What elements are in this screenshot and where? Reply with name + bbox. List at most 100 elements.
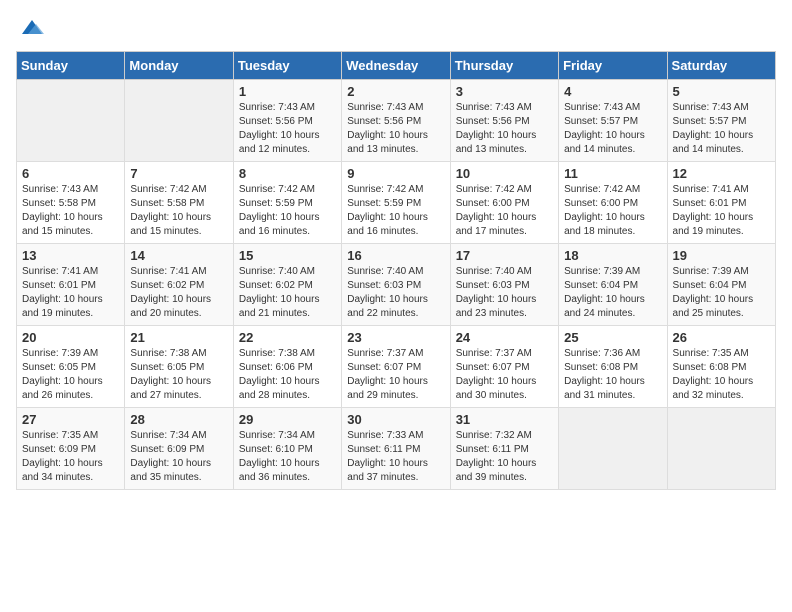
day-info: Sunrise: 7:42 AM Sunset: 5:59 PM Dayligh… [347,183,444,239]
day-info: Sunrise: 7:43 AM Sunset: 5:57 PM Dayligh… [564,101,661,157]
calendar-cell: 22 Sunrise: 7:38 AM Sunset: 6:06 PM Dayli… [233,326,341,408]
day-number: 3 [456,84,553,99]
day-number: 28 [130,412,227,427]
day-info: Sunrise: 7:43 AM Sunset: 5:58 PM Dayligh… [22,183,119,239]
day-number: 19 [673,248,770,263]
weekday-header-sunday: Sunday [17,52,125,80]
calendar-cell: 7Sunrise: 7:42 AM Sunset: 5:58 PM Daylig… [125,162,233,244]
calendar-cell: 31 Sunrise: 7:32 AM Sunset: 6:11 PM Dayli… [450,408,558,490]
day-number: 27 [22,412,119,427]
day-info: Sunrise: 7:40 AM Sunset: 6:02 PM Dayligh… [239,265,336,321]
calendar-cell: 17 Sunrise: 7:40 AM Sunset: 6:03 PM Dayli… [450,244,558,326]
day-number: 20 [22,330,119,345]
calendar-cell [17,80,125,162]
calendar-week-row: 6 Sunrise: 7:43 AM Sunset: 5:58 PM Daylig… [17,162,776,244]
calendar-cell: 28 Sunrise: 7:34 AM Sunset: 6:09 PM Dayli… [125,408,233,490]
weekday-header-row: SundayMondayTuesdayWednesdayThursdayFrid… [17,52,776,80]
weekday-header-tuesday: Tuesday [233,52,341,80]
day-number: 23 [347,330,444,345]
day-info: Sunrise: 7:42 AM Sunset: 6:00 PM Dayligh… [564,183,661,239]
calendar-week-row: 1 Sunrise: 7:43 AM Sunset: 5:56 PM Daylig… [17,80,776,162]
day-info: Sunrise: 7:40 AM Sunset: 6:03 PM Dayligh… [347,265,444,321]
day-number: 9 [347,166,444,181]
calendar-week-row: 27 Sunrise: 7:35 AM Sunset: 6:09 PM Dayli… [17,408,776,490]
day-info: Sunrise: 7:35 AM Sunset: 6:08 PM Dayligh… [673,347,770,403]
day-number: 18 [564,248,661,263]
day-info: Sunrise: 7:41 AM Sunset: 6:02 PM Dayligh… [130,265,227,321]
day-info: Sunrise: 7:42 AM Sunset: 5:59 PM Dayligh… [239,183,336,239]
calendar-cell: 6 Sunrise: 7:43 AM Sunset: 5:58 PM Daylig… [17,162,125,244]
day-number: 14 [130,248,227,263]
weekday-header-saturday: Saturday [667,52,775,80]
calendar-cell [559,408,667,490]
calendar-week-row: 20 Sunrise: 7:39 AM Sunset: 6:05 PM Dayli… [17,326,776,408]
day-number: 25 [564,330,661,345]
calendar-cell: 25 Sunrise: 7:36 AM Sunset: 6:08 PM Dayli… [559,326,667,408]
day-number: 6 [22,166,119,181]
day-info: Sunrise: 7:39 AM Sunset: 6:04 PM Dayligh… [564,265,661,321]
calendar-cell: 24 Sunrise: 7:37 AM Sunset: 6:07 PM Dayli… [450,326,558,408]
day-number: 12 [673,166,770,181]
calendar-cell: 20 Sunrise: 7:39 AM Sunset: 6:05 PM Dayli… [17,326,125,408]
page-header [16,16,776,43]
weekday-header-wednesday: Wednesday [342,52,450,80]
day-info: Sunrise: 7:38 AM Sunset: 6:06 PM Dayligh… [239,347,336,403]
day-info: Sunrise: 7:42 AM Sunset: 5:58 PM Dayligh… [130,183,227,239]
calendar-cell: 4 Sunrise: 7:43 AM Sunset: 5:57 PM Daylig… [559,80,667,162]
day-info: Sunrise: 7:43 AM Sunset: 5:56 PM Dayligh… [456,101,553,157]
day-info: Sunrise: 7:33 AM Sunset: 6:11 PM Dayligh… [347,429,444,485]
day-number: 30 [347,412,444,427]
day-number: 24 [456,330,553,345]
calendar-cell: 3 Sunrise: 7:43 AM Sunset: 5:56 PM Daylig… [450,80,558,162]
day-info: Sunrise: 7:40 AM Sunset: 6:03 PM Dayligh… [456,265,553,321]
day-number: 31 [456,412,553,427]
day-info: Sunrise: 7:32 AM Sunset: 6:11 PM Dayligh… [456,429,553,485]
day-info: Sunrise: 7:34 AM Sunset: 6:09 PM Dayligh… [130,429,227,485]
calendar-cell [125,80,233,162]
calendar-cell: 5 Sunrise: 7:43 AM Sunset: 5:57 PM Daylig… [667,80,775,162]
day-number: 16 [347,248,444,263]
day-info: Sunrise: 7:34 AM Sunset: 6:10 PM Dayligh… [239,429,336,485]
calendar-cell: 23 Sunrise: 7:37 AM Sunset: 6:07 PM Dayli… [342,326,450,408]
day-number: 4 [564,84,661,99]
day-info: Sunrise: 7:39 AM Sunset: 6:05 PM Dayligh… [22,347,119,403]
logo-icon [18,16,46,38]
weekday-header-thursday: Thursday [450,52,558,80]
day-number: 8 [239,166,336,181]
calendar-cell: 1 Sunrise: 7:43 AM Sunset: 5:56 PM Daylig… [233,80,341,162]
calendar-cell: 2 Sunrise: 7:43 AM Sunset: 5:56 PM Daylig… [342,80,450,162]
calendar-cell: 10 Sunrise: 7:42 AM Sunset: 6:00 PM Dayli… [450,162,558,244]
day-info: Sunrise: 7:36 AM Sunset: 6:08 PM Dayligh… [564,347,661,403]
day-info: Sunrise: 7:43 AM Sunset: 5:56 PM Dayligh… [347,101,444,157]
day-info: Sunrise: 7:42 AM Sunset: 6:00 PM Dayligh… [456,183,553,239]
day-number: 22 [239,330,336,345]
day-info: Sunrise: 7:37 AM Sunset: 6:07 PM Dayligh… [456,347,553,403]
day-number: 2 [347,84,444,99]
calendar-cell: 27 Sunrise: 7:35 AM Sunset: 6:09 PM Dayli… [17,408,125,490]
day-info: Sunrise: 7:37 AM Sunset: 6:07 PM Dayligh… [347,347,444,403]
day-number: 11 [564,166,661,181]
calendar-cell: 11 Sunrise: 7:42 AM Sunset: 6:00 PM Dayli… [559,162,667,244]
day-info: Sunrise: 7:35 AM Sunset: 6:09 PM Dayligh… [22,429,119,485]
calendar-table: SundayMondayTuesdayWednesdayThursdayFrid… [16,51,776,490]
logo [16,16,46,43]
day-info: Sunrise: 7:43 AM Sunset: 5:56 PM Dayligh… [239,101,336,157]
calendar-cell: 8 Sunrise: 7:42 AM Sunset: 5:59 PM Daylig… [233,162,341,244]
calendar-cell: 9 Sunrise: 7:42 AM Sunset: 5:59 PM Daylig… [342,162,450,244]
calendar-week-row: 13Sunrise: 7:41 AM Sunset: 6:01 PM Dayli… [17,244,776,326]
day-number: 17 [456,248,553,263]
calendar-cell: 12 Sunrise: 7:41 AM Sunset: 6:01 PM Dayli… [667,162,775,244]
calendar-cell: 14 Sunrise: 7:41 AM Sunset: 6:02 PM Dayli… [125,244,233,326]
day-info: Sunrise: 7:41 AM Sunset: 6:01 PM Dayligh… [673,183,770,239]
day-info: Sunrise: 7:41 AM Sunset: 6:01 PM Dayligh… [22,265,119,321]
day-info: Sunrise: 7:43 AM Sunset: 5:57 PM Dayligh… [673,101,770,157]
day-info: Sunrise: 7:39 AM Sunset: 6:04 PM Dayligh… [673,265,770,321]
day-number: 1 [239,84,336,99]
calendar-cell [667,408,775,490]
day-number: 5 [673,84,770,99]
calendar-cell: 26Sunrise: 7:35 AM Sunset: 6:08 PM Dayli… [667,326,775,408]
weekday-header-friday: Friday [559,52,667,80]
day-number: 10 [456,166,553,181]
calendar-cell: 18 Sunrise: 7:39 AM Sunset: 6:04 PM Dayli… [559,244,667,326]
day-number: 21 [130,330,227,345]
